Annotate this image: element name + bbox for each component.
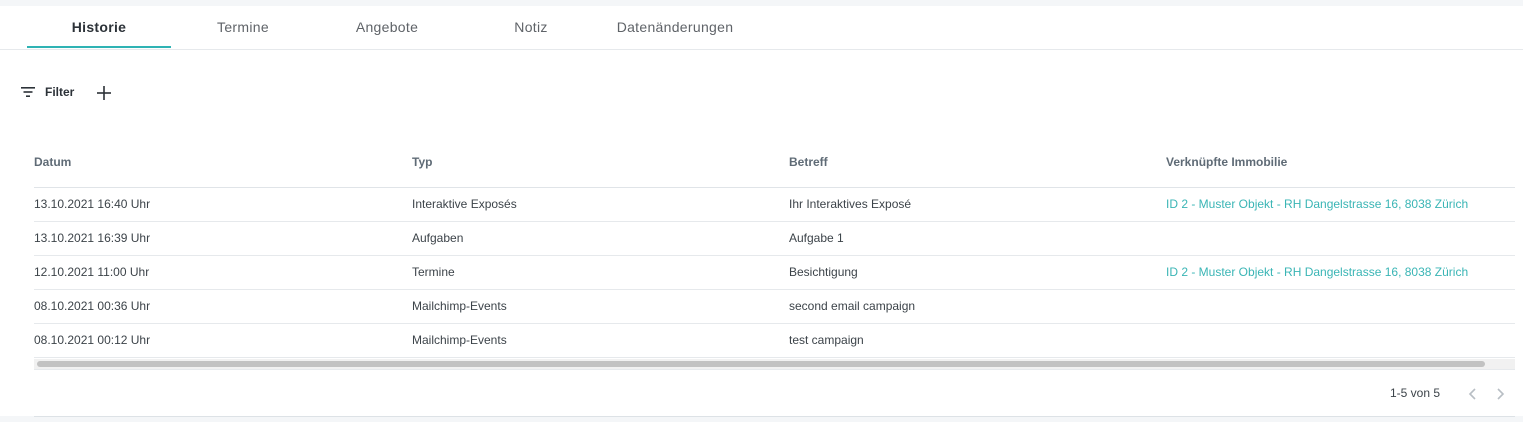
cell-datum: 08.10.2021 00:12 Uhr [34,333,151,347]
cell-betreff: Besichtigung [789,265,858,279]
cell-typ: Interaktive Exposés [412,197,517,211]
cell-betreff: Aufgabe 1 [789,231,844,245]
divider [34,416,1515,417]
column-header-betreff[interactable]: Betreff [789,144,828,180]
tab-bar: Historie Termine Angebote Notiz Datenänd… [0,6,1523,50]
pagination-info: 1-5 von 5 [1390,386,1441,400]
table-row[interactable]: 13.10.2021 16:39 Uhr Aufgaben Aufgabe 1 [34,222,1515,256]
filter-button[interactable]: Filter [20,80,74,104]
cell-datum: 08.10.2021 00:36 Uhr [34,299,151,313]
cell-typ: Termine [412,265,455,279]
plus-icon [94,83,114,103]
cell-typ: Aufgaben [412,231,464,245]
filter-label: Filter [45,85,75,99]
column-header-immobilie[interactable]: Verknüpfte Immobilie [1166,144,1287,180]
horizontal-scrollbar[interactable] [34,359,1515,370]
active-tab-indicator [27,46,171,48]
tab-termine[interactable]: Termine [171,6,315,49]
table-row[interactable]: 12.10.2021 11:00 Uhr Termine Besichtigun… [34,256,1515,290]
scrollbar-thumb[interactable] [37,361,1485,367]
history-panel: Historie Termine Angebote Notiz Datenänd… [0,6,1523,417]
property-link[interactable]: ID 2 - Muster Objekt - RH Dangelstrasse … [1166,256,1468,289]
chevron-left-icon[interactable] [1466,387,1480,401]
cell-datum: 12.10.2021 11:00 Uhr [34,265,150,279]
cell-betreff: second email campaign [789,299,916,313]
cell-datum: 13.10.2021 16:39 Uhr [34,231,151,245]
tab-datenaenderungen[interactable]: Datenänderungen [603,6,747,49]
table-row[interactable]: 13.10.2021 16:40 Uhr Interaktive Exposés… [34,188,1515,222]
cell-typ: Mailchimp-Events [412,333,507,347]
property-link[interactable]: ID 2 - Muster Objekt - RH Dangelstrasse … [1166,188,1468,221]
cell-typ: Mailchimp-Events [412,299,507,313]
table-row[interactable]: 08.10.2021 00:12 Uhr Mailchimp-Events te… [34,324,1515,358]
column-header-datum[interactable]: Datum [34,144,71,180]
cell-datum: 13.10.2021 16:40 Uhr [34,197,151,211]
column-header-typ[interactable]: Typ [412,144,432,180]
history-table: Datum Typ Betreff Verknüpfte Immobilie 1… [34,144,1515,358]
cell-betreff: Ihr Interaktives Exposé [789,197,912,211]
chevron-right-icon[interactable] [1493,387,1507,401]
table-header: Datum Typ Betreff Verknüpfte Immobilie [34,144,1515,188]
tab-historie[interactable]: Historie [27,6,171,49]
table-row[interactable]: 08.10.2021 00:36 Uhr Mailchimp-Events se… [34,290,1515,324]
tab-notiz[interactable]: Notiz [459,6,603,49]
add-button[interactable] [94,83,114,103]
cell-betreff: test campaign [789,333,864,347]
filter-list-icon [20,86,36,98]
tab-angebote[interactable]: Angebote [315,6,459,49]
